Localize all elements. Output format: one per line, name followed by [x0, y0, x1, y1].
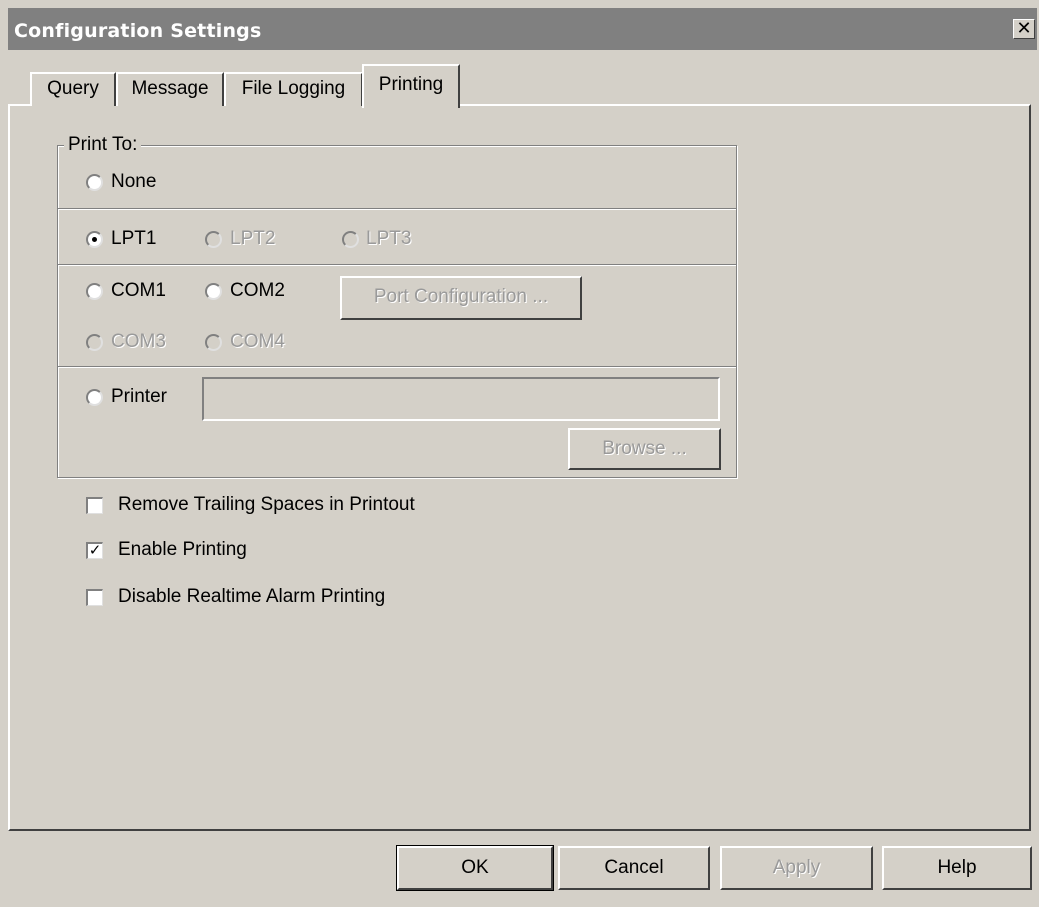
tab-printing[interactable]: Printing [362, 64, 460, 108]
port-configuration-label: Port Configuration ... [373, 286, 549, 307]
printer-name-field[interactable] [202, 377, 720, 421]
radio-com3-label: COM3 [111, 331, 166, 352]
radio-com1[interactable] [86, 283, 103, 300]
radio-printer-label: Printer [111, 386, 167, 407]
close-button[interactable]: ✕ [1013, 19, 1035, 39]
cancel-label: Cancel [604, 857, 664, 878]
radio-lpt3[interactable] [342, 231, 359, 248]
tab-label: Printing [378, 74, 444, 95]
group-divider [58, 208, 736, 210]
window-title: Configuration Settings [14, 20, 262, 42]
browse-button[interactable]: Browse ... [568, 428, 721, 470]
port-configuration-button[interactable]: Port Configuration ... [340, 276, 582, 320]
tab-message[interactable]: Message [116, 72, 224, 106]
radio-selected-dot [92, 237, 97, 242]
enable-printing-checkbox[interactable]: ✓ [86, 542, 103, 559]
disable-realtime-alarm-label: Disable Realtime Alarm Printing [118, 586, 386, 607]
group-divider [58, 366, 736, 368]
radio-lpt2-label: LPT2 [230, 228, 276, 249]
tab-label: File Logging [241, 78, 346, 99]
group-divider [58, 264, 736, 266]
radio-com3[interactable] [86, 334, 103, 351]
remove-trailing-spaces-checkbox[interactable] [86, 497, 103, 514]
enable-printing-label: Enable Printing [118, 539, 247, 560]
radio-lpt3-label: LPT3 [366, 228, 412, 249]
close-icon: ✕ [1016, 18, 1032, 39]
radio-printer[interactable] [86, 389, 103, 406]
help-label: Help [937, 857, 977, 878]
cancel-button[interactable]: Cancel [558, 846, 710, 890]
apply-label: Apply [772, 857, 821, 878]
radio-com1-label: COM1 [111, 280, 166, 301]
tab-label: Query [47, 78, 99, 99]
tab-query[interactable]: Query [30, 72, 116, 106]
radio-com4[interactable] [205, 334, 222, 351]
radio-com4-label: COM4 [230, 331, 285, 352]
ok-button[interactable]: OK [396, 845, 554, 891]
tab-file-logging[interactable]: File Logging [224, 72, 363, 106]
checkmark-icon: ✓ [88, 541, 102, 559]
ok-label: OK [461, 857, 489, 878]
apply-button[interactable]: Apply [720, 846, 873, 890]
radio-lpt1-label: LPT1 [111, 228, 157, 249]
radio-lpt1[interactable] [86, 231, 103, 248]
browse-label: Browse ... [602, 438, 687, 459]
remove-trailing-spaces-label: Remove Trailing Spaces in Printout [118, 494, 415, 515]
help-button[interactable]: Help [882, 846, 1032, 890]
disable-realtime-alarm-checkbox[interactable] [86, 589, 103, 606]
tab-label: Message [131, 78, 209, 99]
radio-com2-label: COM2 [230, 280, 285, 301]
radio-none[interactable] [86, 174, 103, 191]
radio-com2[interactable] [205, 283, 222, 300]
radio-lpt2[interactable] [205, 231, 222, 248]
radio-none-label: None [111, 171, 157, 192]
print-to-label: Print To: [64, 134, 142, 156]
